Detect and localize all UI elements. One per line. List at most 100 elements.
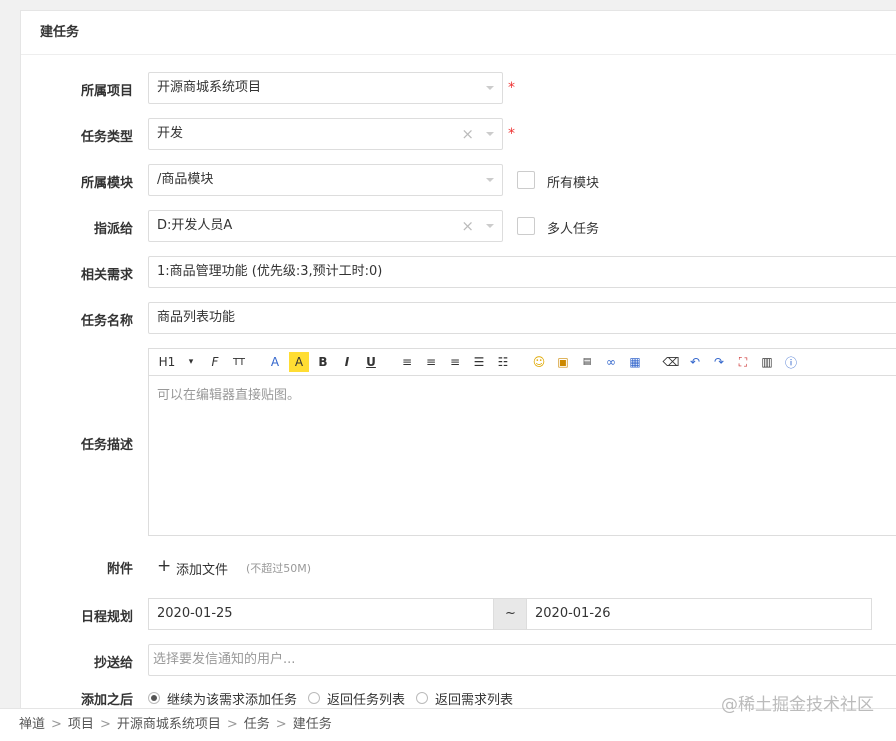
assign-select[interactable]: D:开发人员A ×	[148, 210, 503, 242]
project-select[interactable]: 开源商城系统项目	[148, 72, 503, 104]
bold-button[interactable]: B	[313, 352, 333, 372]
description-editor[interactable]: H1 ▾ F TT A A B I U ≡ ≡ ≡ ☰ ☷ ☺ ▣ ▤ ∞ ▦ …	[148, 348, 896, 536]
emoji-icon[interactable]: ☺	[529, 352, 549, 372]
toolbar-separator	[517, 352, 525, 372]
row-name: 任务名称 商品列表功能	[21, 302, 896, 334]
font-family-button[interactable]: F	[205, 352, 225, 372]
italic-button[interactable]: I	[337, 352, 357, 372]
start-date-input[interactable]: 2020-01-25	[148, 598, 494, 630]
module-select[interactable]: /商品模块	[148, 164, 503, 196]
add-file-link[interactable]: 添加文件	[176, 559, 228, 578]
required-mark: *	[508, 126, 515, 142]
multi-task-label: 多人任务	[547, 222, 600, 237]
radio-task-list-label: 返回任务列表	[327, 693, 406, 708]
underline-button[interactable]: U	[361, 352, 381, 372]
row-schedule: 日程规划 2020-01-25 ~ 2020-01-26	[21, 598, 896, 630]
label-assign: 指派给	[93, 222, 133, 237]
row-project: 所属项目 开源商城系统项目 *	[21, 72, 896, 104]
type-select[interactable]: 开发 ×	[148, 118, 503, 150]
breadcrumb-separator: >	[275, 717, 287, 732]
heading-button[interactable]: H1	[157, 352, 177, 372]
file-size-hint: (不超过50M)	[246, 562, 312, 575]
chevron-down-icon	[486, 224, 494, 228]
assign-value: D:开发人员A	[157, 218, 233, 233]
breadcrumb-item-current: 建任务	[292, 717, 332, 732]
editor-placeholder: 可以在编辑器直接贴图。	[157, 388, 301, 403]
task-name-input[interactable]: 商品列表功能	[148, 302, 896, 334]
chevron-down-icon	[486, 132, 494, 136]
module-value: /商品模块	[157, 172, 214, 187]
row-story: 相关需求 1:商品管理功能 (优先级:3,预计工时:0)	[21, 256, 896, 288]
breadcrumb: 禅道 > 项目 > 开源商城系统项目 > 任务 > 建任务	[19, 713, 332, 732]
clear-icon[interactable]: ×	[461, 211, 474, 241]
link-icon[interactable]: ∞	[601, 352, 621, 372]
label-after: 添加之后	[80, 693, 133, 708]
toolbar-separator	[385, 352, 393, 372]
task-name-value: 商品列表功能	[157, 310, 236, 325]
align-center-icon[interactable]: ≡	[421, 352, 441, 372]
watermark: @稀土掘金技术社区	[721, 695, 874, 715]
row-assign: 指派给 D:开发人员A × 多人任务	[21, 210, 896, 242]
date-range-separator: ~	[494, 598, 527, 630]
mailto-input[interactable]: 选择要发信通知的用户...	[148, 644, 896, 676]
label-story: 相关需求	[80, 268, 133, 283]
breadcrumb-separator: >	[99, 717, 111, 732]
all-modules-checkbox[interactable]	[517, 171, 535, 189]
breadcrumb-separator: >	[226, 717, 238, 732]
required-mark: *	[508, 80, 515, 96]
help-icon[interactable]: ⓘ	[781, 352, 801, 372]
clear-icon[interactable]: ×	[461, 119, 474, 149]
font-color-button[interactable]: A	[265, 352, 285, 372]
row-mailto: 抄送给 选择要发信通知的用户...	[21, 644, 896, 676]
code-icon[interactable]: ▤	[577, 352, 597, 372]
row-type: 任务类型 开发 × *	[21, 118, 896, 150]
breadcrumb-separator: >	[51, 717, 62, 732]
radio-task-list[interactable]	[308, 692, 320, 704]
table-icon[interactable]: ▦	[625, 352, 645, 372]
toolbar-separator	[253, 352, 261, 372]
end-date-value: 2020-01-26	[535, 606, 611, 621]
all-modules-label: 所有模块	[547, 176, 600, 191]
image-icon[interactable]: ▣	[553, 352, 573, 372]
story-select[interactable]: 1:商品管理功能 (优先级:3,预计工时:0)	[148, 256, 896, 288]
plus-icon[interactable]: +	[157, 556, 171, 576]
radio-continue[interactable]	[148, 692, 160, 704]
breadcrumb-item-home[interactable]: 禅道	[19, 717, 45, 732]
label-type: 任务类型	[80, 130, 133, 145]
source-icon[interactable]: ▥	[757, 352, 777, 372]
undo-icon[interactable]: ↶	[685, 352, 705, 372]
project-value: 开源商城系统项目	[157, 80, 262, 95]
eraser-icon[interactable]: ⌫	[661, 352, 681, 372]
chevron-down-icon[interactable]: ▾	[181, 352, 201, 372]
row-module: 所属模块 /商品模块 所有模块	[21, 164, 896, 196]
mailto-placeholder: 选择要发信通知的用户...	[153, 652, 296, 667]
label-mailto: 抄送给	[93, 656, 133, 671]
start-date-value: 2020-01-25	[157, 606, 233, 621]
type-value: 开发	[157, 126, 184, 141]
chevron-down-icon	[486, 178, 494, 182]
unordered-list-icon[interactable]: ☷	[493, 352, 513, 372]
end-date-input[interactable]: 2020-01-26	[526, 598, 872, 630]
fullscreen-icon[interactable]: ⛶	[733, 352, 753, 372]
redo-icon[interactable]: ↷	[709, 352, 729, 372]
create-task-panel: 建任务 所属项目 开源商城系统项目 * 任务类型 开发 × * 所属模块 /商品…	[20, 10, 896, 710]
label-name: 任务名称	[80, 314, 133, 329]
multi-task-checkbox[interactable]	[517, 217, 535, 235]
breadcrumb-item-project-name[interactable]: 开源商城系统项目	[117, 717, 221, 732]
highlight-button[interactable]: A	[289, 352, 309, 372]
radio-story-list[interactable]	[416, 692, 428, 704]
label-desc: 任务描述	[80, 438, 133, 453]
story-value: 1:商品管理功能 (优先级:3,预计工时:0)	[157, 264, 383, 279]
label-schedule: 日程规划	[80, 610, 133, 625]
breadcrumb-item-project[interactable]: 项目	[68, 717, 94, 732]
font-size-button[interactable]: TT	[229, 352, 249, 372]
breadcrumb-item-task[interactable]: 任务	[244, 717, 270, 732]
chevron-down-icon	[486, 86, 494, 90]
label-project: 所属项目	[80, 84, 133, 99]
ordered-list-icon[interactable]: ☰	[469, 352, 489, 372]
toolbar-separator	[649, 352, 657, 372]
align-left-icon[interactable]: ≡	[397, 352, 417, 372]
align-right-icon[interactable]: ≡	[445, 352, 465, 372]
label-module: 所属模块	[80, 176, 133, 191]
editor-toolbar: H1 ▾ F TT A A B I U ≡ ≡ ≡ ☰ ☷ ☺ ▣ ▤ ∞ ▦ …	[149, 349, 896, 376]
